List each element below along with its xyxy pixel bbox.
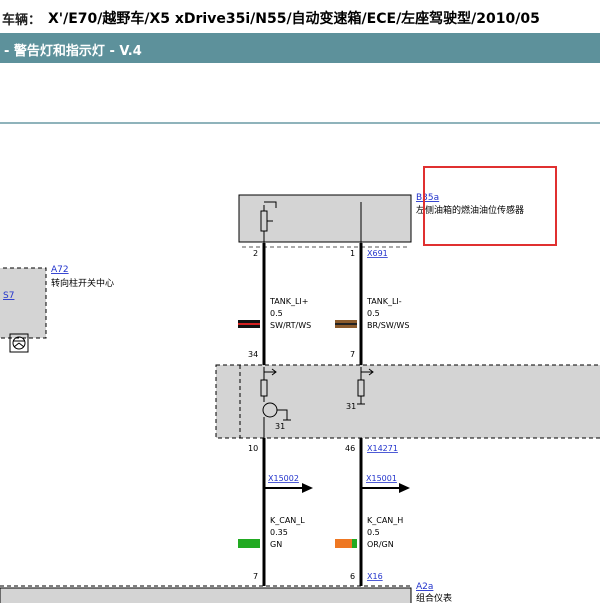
- pin-6: 6: [350, 572, 355, 581]
- wire-4-signal: K_CAN_H: [367, 516, 403, 525]
- a72-code-link[interactable]: A72: [51, 265, 69, 275]
- wire-4-size: 0.5: [367, 528, 380, 537]
- connector-x15001-link[interactable]: X15001: [366, 474, 397, 483]
- a72-pin-link[interactable]: S7: [3, 291, 14, 301]
- wire-3-color-swatch: [238, 539, 260, 548]
- ground-31-left: 31: [275, 422, 285, 431]
- pin-34: 34: [248, 350, 258, 359]
- wire-2-color-code: BR/SW/WS: [367, 321, 409, 330]
- connector-x691-link[interactable]: X691: [367, 249, 388, 258]
- wire-2-stripe: [335, 323, 357, 325]
- connector-x16-link[interactable]: X16: [367, 572, 383, 581]
- x15002-arrow-icon[interactable]: [302, 483, 313, 493]
- wire-1-signal: TANK_LI+: [269, 297, 309, 306]
- middle-module-box[interactable]: [215, 364, 600, 439]
- wire-4-color-code: OR/GN: [367, 540, 394, 549]
- wire-2-size: 0.5: [367, 309, 380, 318]
- pin-1: 1: [350, 249, 355, 258]
- pin-10: 10: [248, 444, 258, 453]
- wire-3-color-code: GN: [270, 540, 282, 549]
- wire-3-signal: K_CAN_L: [270, 516, 305, 525]
- wire-3-size: 0.35: [270, 528, 288, 537]
- connector-x14271-link[interactable]: X14271: [367, 444, 398, 453]
- wire-2-signal: TANK_LI-: [366, 297, 402, 306]
- a72-component-box[interactable]: [0, 267, 47, 339]
- wire-1-size: 0.5: [270, 309, 283, 318]
- wiring-diagram: B35a 左侧油箱的燃油油位传感器 A72 转向柱开关中心 S7 2 1 X69…: [0, 166, 600, 603]
- wire-1-color-code: SW/RT/WS: [270, 321, 311, 330]
- wire-1-stripe: [238, 323, 260, 325]
- pin-7a: 7: [350, 350, 355, 359]
- pin-7b: 7: [253, 572, 258, 581]
- b35a-code-link[interactable]: B35a: [416, 193, 439, 203]
- pin-46: 46: [345, 444, 355, 453]
- b35a-name: 左侧油箱的燃油油位传感器: [416, 204, 524, 216]
- a2a-name: 组合仪表: [416, 592, 452, 603]
- ground-31-right: 31: [346, 402, 356, 411]
- connector-x15002-link[interactable]: X15002: [268, 474, 299, 483]
- x15001-arrow-icon[interactable]: [399, 483, 410, 493]
- a72-name: 转向柱开关中心: [51, 277, 114, 289]
- a2a-component-box[interactable]: [0, 587, 412, 603]
- pin-2: 2: [253, 249, 258, 258]
- wire-4-stripe: [352, 539, 357, 548]
- a2a-code-link[interactable]: A2a: [416, 582, 433, 592]
